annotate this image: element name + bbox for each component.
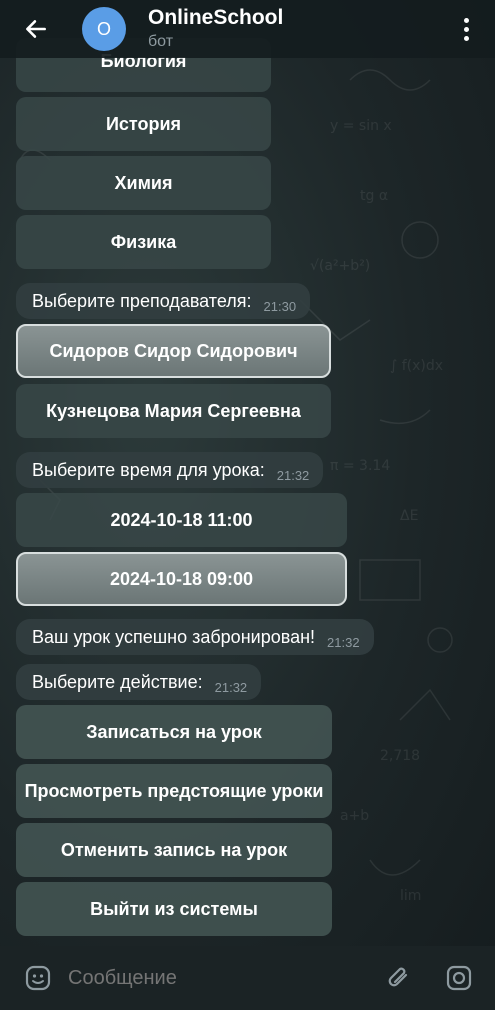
- chat-subtitle: бот: [148, 33, 174, 50]
- logout-button[interactable]: Выйти из системы: [16, 882, 332, 936]
- message-text: Ваш урок успешно забронирован!: [32, 626, 316, 647]
- avatar[interactable]: O: [82, 7, 126, 51]
- chat-header: O OnlineSchool бот: [0, 0, 495, 58]
- message-bubble: Выберите время для урока: 21:32: [16, 452, 324, 488]
- message-bubble: Выберите преподавателя: 21:30: [16, 283, 311, 319]
- avatar-letter: O: [96, 18, 111, 39]
- svg-text:ΔE: ΔE: [400, 508, 418, 524]
- teacher-button-sidorov[interactable]: Сидоров Сидор Сидорович: [16, 324, 331, 378]
- time-button-0900[interactable]: 2024-10-18 09:00: [16, 552, 347, 606]
- svg-text:√(a²+b²): √(a²+b²): [310, 258, 370, 274]
- more-vertical-icon[interactable]: [457, 14, 475, 44]
- message-time: 21:32: [214, 679, 248, 695]
- message-text: Выберите время для урока:: [32, 459, 265, 480]
- message-bubble: Ваш урок успешно забронирован! 21:32: [16, 619, 374, 655]
- time-button-1100[interactable]: 2024-10-18 11:00: [16, 493, 347, 547]
- message-text: Выберите действие:: [32, 671, 203, 692]
- message-text: Выберите преподавателя:: [32, 290, 252, 311]
- subject-button-history[interactable]: История: [16, 97, 271, 151]
- chat-title-block[interactable]: OnlineSchool бот: [148, 6, 283, 52]
- back-button[interactable]: [12, 5, 60, 53]
- chat-screen: y = sin x tg α √(a²+b²) ∫ f(x)dx π = 3.1…: [0, 0, 495, 1010]
- arrow-left-icon: [26, 20, 46, 38]
- message-time: 21:30: [263, 298, 297, 314]
- emoji-icon[interactable]: [24, 964, 52, 992]
- paperclip-icon[interactable]: [385, 964, 413, 992]
- svg-text:a+b: a+b: [340, 808, 369, 824]
- view-upcoming-lessons-button[interactable]: Просмотреть предстоящие уроки: [16, 764, 332, 818]
- svg-text:lim: lim: [400, 888, 421, 904]
- teacher-button-kuznetsova[interactable]: Кузнецова Мария Сергеевна: [16, 384, 331, 438]
- message-input-bar: [0, 946, 495, 1010]
- svg-text:2,718: 2,718: [380, 748, 420, 764]
- book-lesson-button[interactable]: Записаться на урок: [16, 705, 332, 759]
- camera-icon[interactable]: [445, 964, 473, 992]
- svg-text:π = 3.14: π = 3.14: [330, 458, 390, 474]
- message-time: 21:32: [276, 467, 310, 483]
- svg-text:tg α: tg α: [360, 188, 388, 204]
- message-time: 21:32: [327, 634, 360, 650]
- svg-text:y = sin x: y = sin x: [330, 118, 392, 134]
- chat-title: OnlineSchool: [148, 6, 284, 29]
- message-bubble: Выберите действие: 21:32: [16, 664, 262, 700]
- subject-button-chemistry[interactable]: Химия: [16, 156, 271, 210]
- cancel-booking-button[interactable]: Отменить запись на урок: [16, 823, 332, 877]
- message-input[interactable]: [66, 965, 360, 991]
- svg-text:∫ f(x)dx: ∫ f(x)dx: [390, 358, 443, 374]
- subject-button-physics[interactable]: Физика: [16, 215, 271, 269]
